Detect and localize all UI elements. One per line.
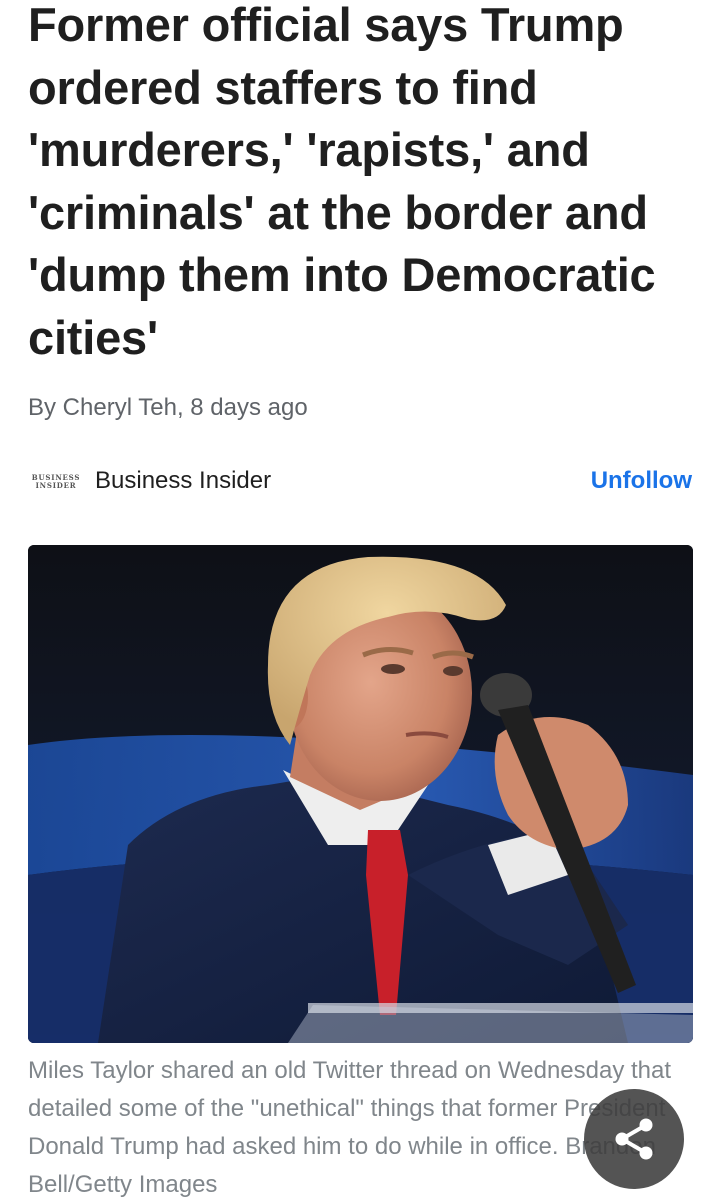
- article-byline: By Cheryl Teh, 8 days ago: [28, 394, 308, 421]
- source-row: BUSINESS INSIDER Business Insider Unfoll…: [28, 462, 692, 502]
- share-button[interactable]: [584, 1089, 684, 1189]
- photo-illustration: [28, 545, 693, 1043]
- business-insider-logo[interactable]: BUSINESS INSIDER: [32, 472, 80, 492]
- article: Former official says Trump ordered staff…: [0, 0, 720, 1203]
- unfollow-button[interactable]: Unfollow: [591, 467, 692, 495]
- logo-line-2: INSIDER: [35, 481, 77, 490]
- source-name[interactable]: Business Insider: [95, 467, 271, 495]
- share-icon: [615, 1118, 653, 1160]
- article-photo[interactable]: [28, 545, 693, 1043]
- article-headline: Former official says Trump ordered staff…: [28, 0, 656, 364]
